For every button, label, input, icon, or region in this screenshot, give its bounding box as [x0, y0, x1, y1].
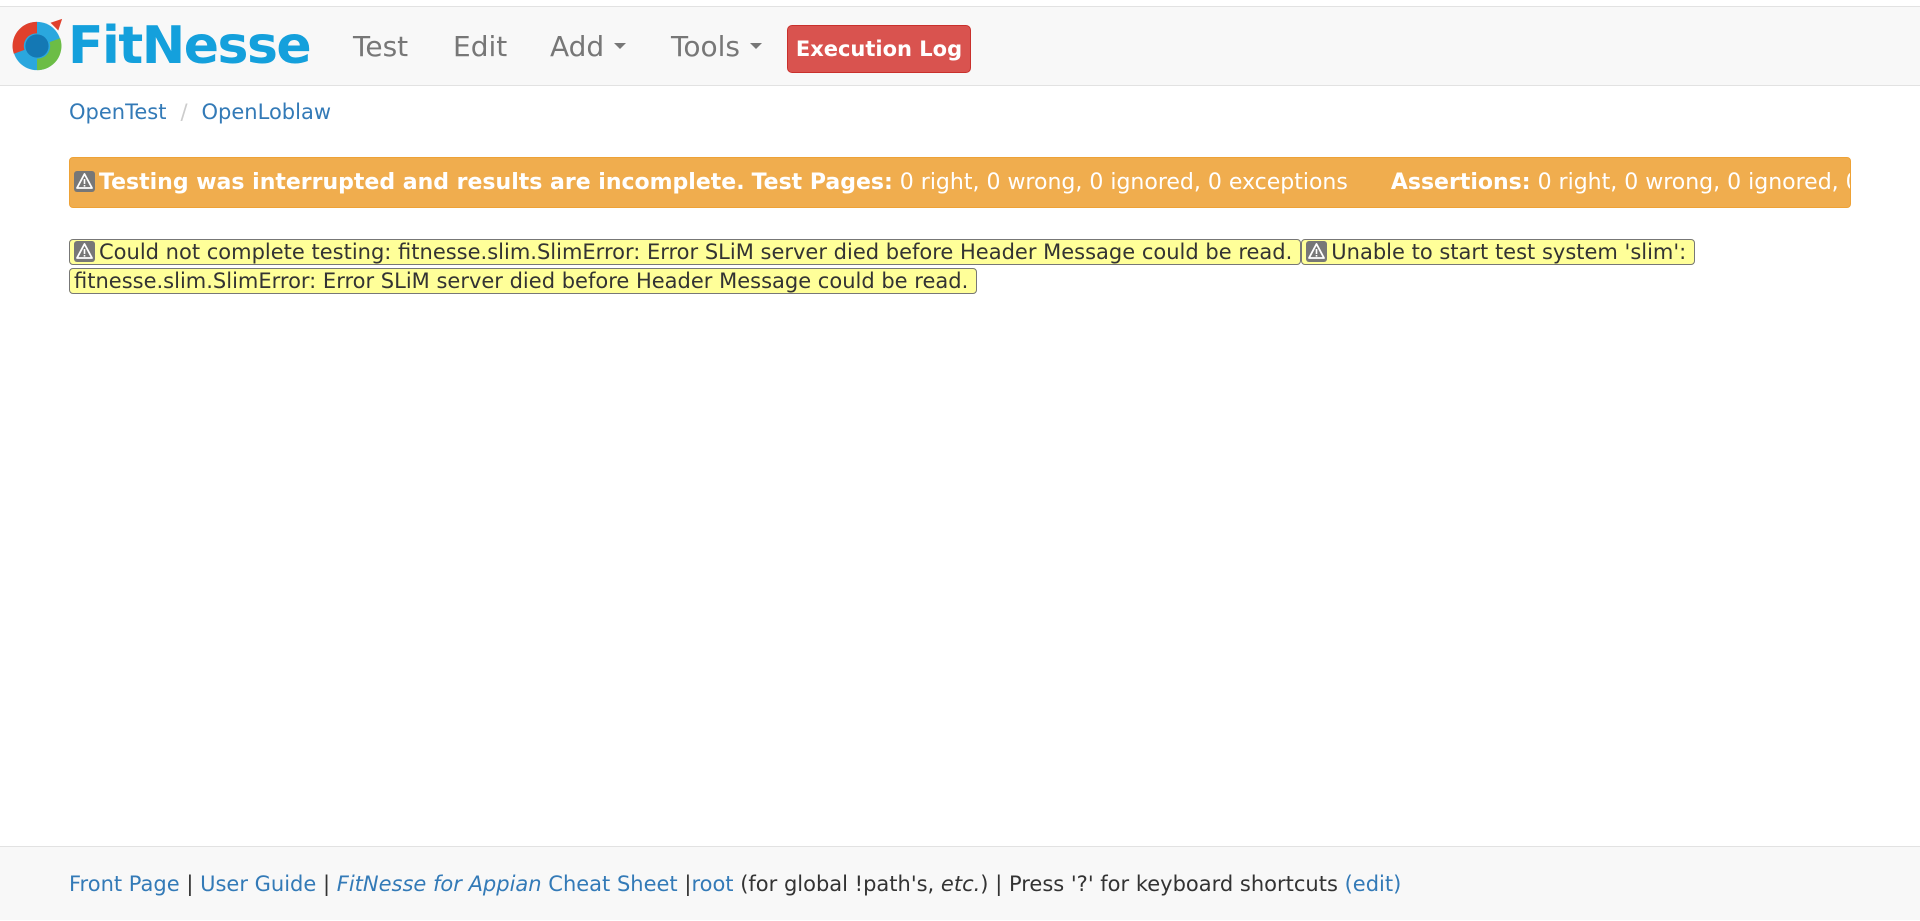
footer-link-front-page[interactable]: Front Page — [69, 872, 180, 896]
footer-etc: etc. — [940, 872, 981, 896]
footer-separator: | — [995, 872, 1003, 896]
navbar: FitNesse Test Edit Add Tools Execution L… — [0, 6, 1920, 86]
brand-name: FitNesse — [68, 16, 312, 76]
footer-separator: | — [323, 872, 331, 896]
warning-icon — [1306, 240, 1328, 262]
error-message: Could not complete testing: fitnesse.sli… — [69, 239, 1302, 265]
breadcrumb-item-openloblaw[interactable]: OpenLoblaw — [202, 100, 331, 124]
assertions-value: 0 right, 0 wrong, 0 ignored, 0 exception… — [1537, 170, 1850, 195]
caret-down-icon — [614, 43, 627, 49]
footer-global-pre: (for global !path's, — [733, 872, 941, 896]
breadcrumb: OpenTest / OpenLoblaw — [69, 97, 331, 127]
breadcrumb-item-opentest[interactable]: OpenTest — [69, 100, 166, 124]
error-messages: Could not complete testing: fitnesse.sli… — [69, 238, 1789, 296]
brand-home-link[interactable]: FitNesse — [8, 15, 312, 77]
footer-link-cheat-sheet[interactable]: FitNesse for Appian Cheat Sheet — [337, 872, 678, 896]
test-pages-label: Test Pages: — [751, 170, 893, 195]
nav-tools-dropdown[interactable]: Tools — [671, 7, 762, 87]
error-message-text: Could not complete testing: fitnesse.sli… — [99, 240, 1293, 264]
warning-icon — [74, 240, 95, 262]
footer-link-user-guide[interactable]: User Guide — [200, 872, 316, 896]
fitnesse-logo-icon — [12, 18, 63, 71]
footer-shortcuts-text: Press '?' for keyboard shortcuts — [1008, 872, 1338, 896]
footer-link-root[interactable]: root — [691, 872, 733, 896]
footer-global-post: ) — [980, 872, 989, 896]
status-interrupted-text: Testing was interrupted and results are … — [99, 170, 745, 195]
warning-icon — [74, 170, 95, 192]
test-pages-value: 0 right, 0 wrong, 0 ignored, 0 exception… — [899, 170, 1348, 195]
footer: Front Page | User Guide | FitNesse for A… — [0, 846, 1920, 920]
cheat-sheet-rest: Cheat Sheet — [541, 872, 678, 896]
nav-test[interactable]: Test — [353, 7, 408, 87]
test-status-bar: Testing was interrupted and results are … — [69, 157, 1851, 208]
footer-link-edit[interactable]: (edit) — [1345, 872, 1402, 896]
nav-tools-label: Tools — [671, 30, 740, 63]
execution-log-button[interactable]: Execution Log — [787, 25, 971, 73]
nav-add-dropdown[interactable]: Add — [550, 7, 627, 87]
caret-down-icon — [749, 43, 762, 49]
nav-add-label: Add — [550, 30, 605, 63]
footer-separator: | — [186, 872, 194, 896]
nav-edit[interactable]: Edit — [453, 7, 507, 87]
cheat-sheet-italic: FitNesse for Appian — [336, 872, 542, 896]
breadcrumb-separator: / — [180, 100, 188, 124]
assertions-label: Assertions: — [1390, 170, 1531, 195]
